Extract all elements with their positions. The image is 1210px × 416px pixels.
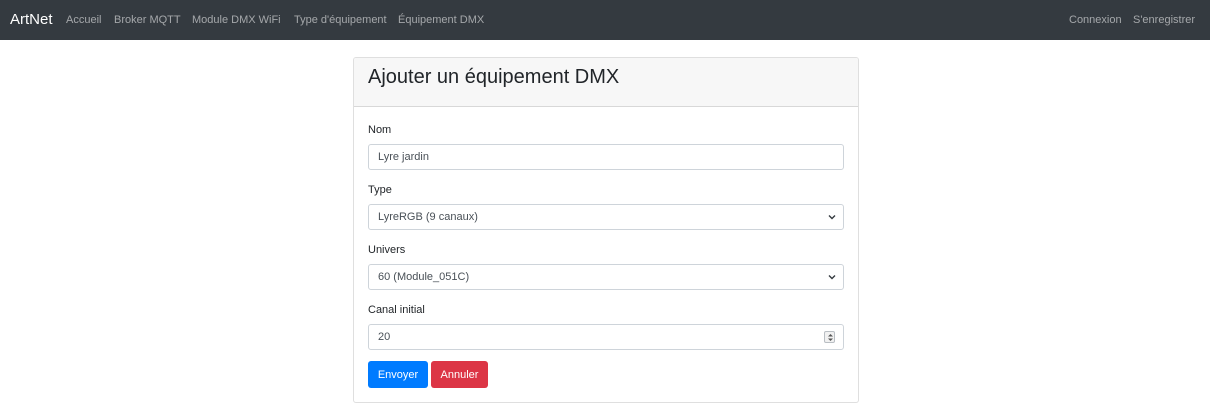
nav-link-type-equipement[interactable]: Type d'équipement (294, 14, 387, 26)
chevron-down-icon (828, 215, 836, 220)
univers-label: Univers (368, 244, 406, 256)
nom-label: Nom (368, 124, 392, 136)
add-equipment-card: Ajouter un équipement DMX Nom Type LyreR… (353, 57, 859, 403)
navbar: ArtNet Accueil Broker MQTT Module DMX Wi… (0, 0, 1210, 40)
nav-link-module-dmx-wifi[interactable]: Module DMX WiFi (192, 14, 281, 26)
nav-link-register[interactable]: S'enregistrer (1133, 14, 1195, 26)
nom-input[interactable] (368, 144, 844, 170)
number-spinner-icon[interactable] (824, 331, 835, 343)
chevron-down-icon (828, 275, 836, 280)
nav-link-connexion[interactable]: Connexion (1069, 14, 1122, 26)
univers-select[interactable]: 60 (Module_051C) (368, 264, 844, 290)
brand-link[interactable]: ArtNet (10, 11, 53, 28)
cancel-button[interactable]: Annuler (431, 361, 488, 388)
nav-link-accueil[interactable]: Accueil (66, 14, 101, 26)
univers-select-value: 60 (Module_051C) (378, 271, 470, 283)
nav-link-broker-mqtt[interactable]: Broker MQTT (114, 14, 181, 26)
nav-link-equipement-dmx[interactable]: Équipement DMX (398, 14, 484, 26)
type-label: Type (368, 184, 392, 196)
submit-button[interactable]: Envoyer (368, 361, 428, 388)
type-select-value: LyreRGB (9 canaux) (378, 211, 478, 223)
card-header: Ajouter un équipement DMX (354, 58, 858, 107)
canal-input[interactable]: 20 (368, 324, 844, 350)
page-title: Ajouter un équipement DMX (368, 66, 620, 88)
type-select[interactable]: LyreRGB (9 canaux) (368, 204, 844, 230)
canal-input-value: 20 (378, 331, 391, 343)
canal-label: Canal initial (368, 304, 425, 316)
